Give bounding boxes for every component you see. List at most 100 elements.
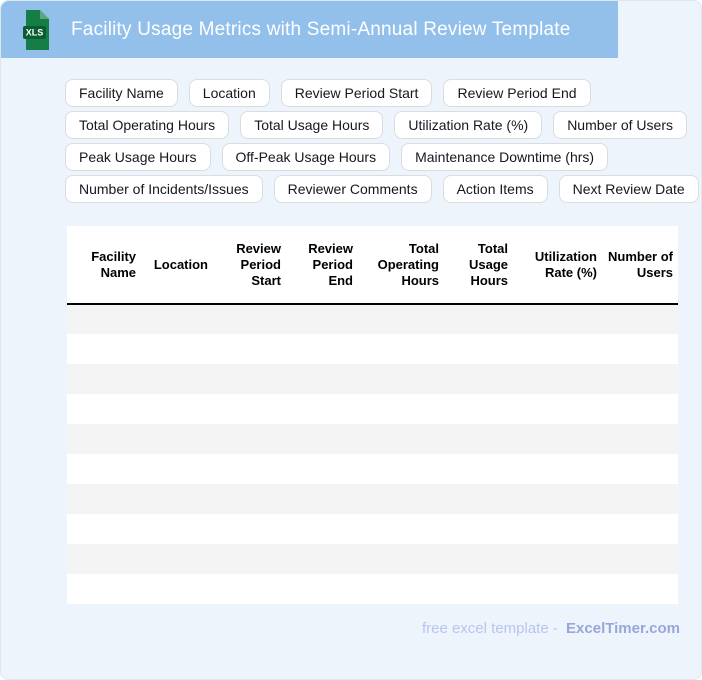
field-chip: Review Period Start: [280, 79, 433, 107]
table-row: [67, 514, 678, 544]
table-cell: [444, 424, 513, 454]
table-cell: [141, 484, 213, 514]
table-row: [67, 334, 678, 364]
table-row: [67, 544, 678, 574]
table-cell: [213, 424, 286, 454]
field-chip-row: Facility Name Location Review Period Start…: [65, 79, 701, 107]
table-cell: [286, 454, 358, 484]
table-cell: [213, 394, 286, 424]
column-header: Utilization Rate (%): [513, 226, 602, 305]
table-cell: [602, 544, 678, 574]
xls-badge-label: XLS: [26, 27, 44, 37]
table-cell: [444, 304, 513, 334]
table-row: [67, 484, 678, 514]
table-cell: [513, 574, 602, 604]
table-cell: [513, 364, 602, 394]
table-cell: [286, 514, 358, 544]
table-cell: [358, 394, 444, 424]
table-cell: [602, 424, 678, 454]
table-cell: [513, 394, 602, 424]
table-cell: [444, 364, 513, 394]
field-chip-row: Number of Incidents/Issues Reviewer Comme…: [65, 175, 701, 203]
field-chip: Number of Users: [553, 111, 687, 139]
footer: free excel template - ExcelTimer.com: [1, 620, 701, 637]
field-chip: Location: [188, 79, 270, 107]
table-cell: [286, 334, 358, 364]
field-chip: Facility Name: [65, 79, 178, 107]
table-cell: [513, 514, 602, 544]
table-cell: [513, 304, 602, 334]
brand-link[interactable]: ExcelTimer.com: [566, 620, 680, 637]
table-cell: [67, 304, 141, 334]
table-cell: [602, 304, 678, 334]
table-cell: [358, 484, 444, 514]
table-cell: [513, 454, 602, 484]
field-chip: Review Period End: [443, 79, 591, 107]
table-cell: [286, 574, 358, 604]
table-row: [67, 364, 678, 394]
column-header: Facility Name: [67, 226, 141, 305]
field-chip-row: Peak Usage Hours Off-Peak Usage Hours Main…: [65, 143, 701, 171]
table-cell: [67, 454, 141, 484]
table-row: [67, 304, 678, 334]
table-cell: [602, 514, 678, 544]
table-row: [67, 574, 678, 604]
xls-file-icon: XLS: [22, 9, 50, 51]
table-cell: [286, 394, 358, 424]
field-chip: Total Usage Hours: [240, 111, 384, 139]
column-header: Review Period End: [286, 226, 358, 305]
field-chip: Number of Incidents/Issues: [65, 175, 263, 203]
field-chip: Action Items: [442, 175, 548, 203]
table-cell: [286, 484, 358, 514]
title-bar: XLS Facility Usage Metrics with Semi-Ann…: [1, 1, 618, 58]
table-cell: [286, 304, 358, 334]
field-chip-list: Facility Name Location Review Period Start…: [65, 79, 701, 203]
table-cell: [358, 544, 444, 574]
table-row: [67, 454, 678, 484]
footer-text: free excel template -: [421, 620, 558, 637]
table-cell: [213, 514, 286, 544]
page-title: Facility Usage Metrics with Semi-Annual …: [71, 18, 571, 40]
table-cell: [141, 574, 213, 604]
column-header: Review Period Start: [213, 226, 286, 305]
metrics-table: Facility Name Location Review Period Start…: [67, 226, 678, 604]
table-cell: [213, 574, 286, 604]
table-cell: [67, 544, 141, 574]
field-chip: Off-Peak Usage Hours: [221, 143, 391, 171]
table-cell: [286, 544, 358, 574]
table-cell: [358, 454, 444, 484]
table-cell: [141, 334, 213, 364]
table-cell: [286, 424, 358, 454]
table-cell: [141, 544, 213, 574]
table-cell: [444, 394, 513, 424]
field-chip: Total Operating Hours: [65, 111, 230, 139]
column-header: Total Operating Hours: [358, 226, 444, 305]
table-cell: [213, 544, 286, 574]
field-chip: Reviewer Comments: [273, 175, 432, 203]
table-row: [67, 394, 678, 424]
table-cell: [513, 334, 602, 364]
table-row: [67, 424, 678, 454]
table-cell: [141, 394, 213, 424]
table-cell: [67, 514, 141, 544]
table-cell: [213, 304, 286, 334]
table-cell: [444, 454, 513, 484]
table-cell: [141, 424, 213, 454]
field-chip: Next Review Date: [558, 175, 699, 203]
table-cell: [67, 364, 141, 394]
table-cell: [141, 454, 213, 484]
table-cell: [602, 574, 678, 604]
table-cell: [67, 484, 141, 514]
table-cell: [358, 364, 444, 394]
table-cell: [602, 364, 678, 394]
table-cell: [513, 484, 602, 514]
table-cell: [358, 304, 444, 334]
table-cell: [602, 454, 678, 484]
field-chip: Maintenance Downtime (hrs): [401, 143, 609, 171]
table-cell: [67, 394, 141, 424]
field-chip: Peak Usage Hours: [65, 143, 211, 171]
table-cell: [602, 484, 678, 514]
field-chip-row: Total Operating Hours Total Usage Hours Ut…: [65, 111, 701, 139]
table-cell: [67, 334, 141, 364]
table-cell: [602, 394, 678, 424]
